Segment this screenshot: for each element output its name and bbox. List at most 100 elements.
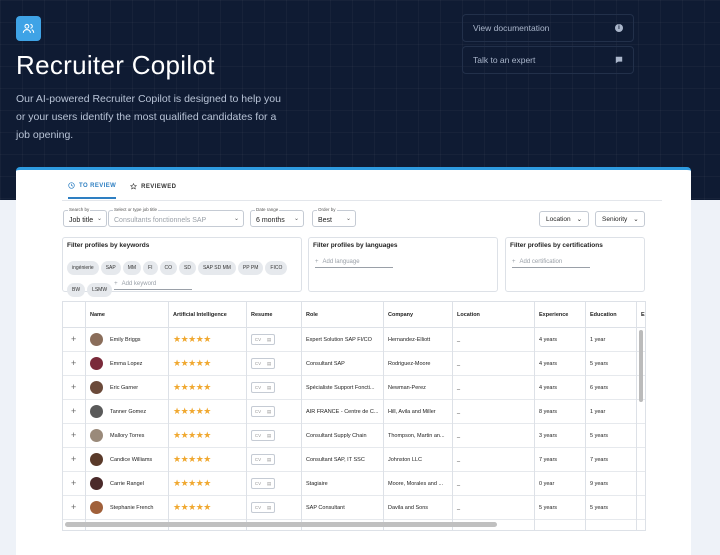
table-row[interactable]: + Emma Lopez ★★★★★ CV ▤ Consultant SAP Rodrigu… [63,352,645,376]
candidate-education: 5 years [590,505,609,511]
tab-reviewed[interactable]: REVIEWED [130,182,176,199]
column-divider [383,302,384,530]
candidate-location: _ [457,505,461,511]
column-header-location[interactable]: Location [457,312,480,318]
tab-to-review[interactable]: TO REVIEW [68,182,117,199]
keyword-chip[interactable]: LSMW [87,283,113,297]
candidate-name[interactable]: Candice Williams [110,457,152,463]
candidates-table: Name Artificial Intelligence Resume Role… [62,301,646,531]
table-row[interactable]: + Tanner Gomez ★★★★★ CV ▤ AIR FRANCE - Centre… [63,400,645,424]
keyword-chip[interactable]: SAP SD MM [197,261,236,275]
resume-button[interactable]: CV ▤ [251,478,275,489]
date-range-select[interactable]: Date range 6 months ⌄ [250,207,304,227]
candidate-education: 1 year [590,337,606,343]
add-keyword-input[interactable]: + Add keyword [114,278,193,290]
candidate-experience: 4 years [539,337,558,343]
keyword-chip[interactable]: ingénierie [67,261,99,275]
candidate-company: Hernandez-Elliott [388,337,431,343]
table-row[interactable]: + Carrie Rangel ★★★★★ CV ▤ Stagiaire Moore, Mo… [63,472,645,496]
table-row[interactable]: + Eric Garner ★★★★★ CV ▤ Spécialiste Support … [63,376,645,400]
avatar [90,357,103,370]
resume-button[interactable]: CV ▤ [251,382,275,393]
horizontal-scrollbar[interactable] [65,522,497,527]
job-title-value: Consultants fonctionnels SAP [114,217,207,224]
add-language-placeholder: Add language [322,258,360,265]
resume-button[interactable]: CV ▤ [251,454,275,465]
add-certification-placeholder: Add certification [519,258,563,265]
resume-button[interactable]: CV ▤ [251,406,275,417]
add-language-input[interactable]: + Add language [315,256,393,268]
expand-row-icon[interactable]: + [71,358,76,368]
column-header-ai[interactable]: Artificial Intelligence [173,312,227,318]
certifications-filter-panel: Filter profiles by certifications + Add … [505,237,645,292]
candidate-location: _ [457,457,461,463]
candidate-name[interactable]: Tanner Gomez [110,409,146,415]
column-header-en[interactable]: En [641,312,645,318]
keyword-chip[interactable]: BW [67,283,86,297]
document-icon: ▤ [266,456,272,462]
column-header-education[interactable]: Education [590,312,617,318]
talk-to-expert-link[interactable]: Talk to an expert [462,46,634,74]
candidate-name[interactable]: Eric Garner [110,385,138,391]
candidate-experience: 7 years [539,457,558,463]
keyword-chip[interactable]: SAP [100,261,121,275]
keyword-chip[interactable]: SD [179,261,196,275]
document-icon: ▤ [266,408,272,414]
resume-button[interactable]: CV ▤ [251,334,275,345]
expand-row-icon[interactable]: + [71,454,76,464]
candidate-name[interactable]: Emma Lopez [110,361,142,367]
column-divider [301,302,302,530]
table-row[interactable]: + Stephanie French ★★★★★ CV ▤ SAP Consultant D… [63,496,645,520]
keyword-chip[interactable]: CO [159,261,177,275]
seniority-label: Seniority [602,215,628,223]
column-header-name[interactable]: Name [90,312,105,318]
resume-button[interactable]: CV ▤ [251,358,275,369]
candidate-name[interactable]: Carrie Rangel [110,481,144,487]
column-header-role[interactable]: Role [306,312,318,318]
candidate-role: Spécialiste Support Foncti... [306,385,375,391]
candidate-name[interactable]: Emily Briggs [110,337,141,343]
keyword-chip[interactable]: FI [143,261,158,275]
candidate-role: SAP Consultant [306,505,345,511]
document-icon: ▤ [266,432,272,438]
ai-rating-stars: ★★★★★ [173,454,211,464]
keyword-chip[interactable]: MM [122,261,142,275]
view-documentation-link[interactable]: View documentation i [462,14,634,42]
table-row[interactable]: + Candice Williams ★★★★★ CV ▤ Consultant SAP,… [63,448,645,472]
keyword-chip[interactable]: PP PM [237,261,264,275]
column-header-company[interactable]: Company [388,312,413,318]
talk-to-expert-label: Talk to an expert [473,55,536,65]
candidate-company: Rodriguez-Moore [388,361,431,367]
column-divider [85,302,86,530]
candidate-name[interactable]: Mallory Torres [110,433,144,439]
date-range-value: 6 months [256,217,285,224]
expand-row-icon[interactable]: + [71,406,76,416]
add-certification-input[interactable]: + Add certification [512,256,590,268]
column-header-resume[interactable]: Resume [251,312,272,318]
column-header-experience[interactable]: Experience [539,312,568,318]
star-icon [130,183,138,190]
candidate-role: Expert Solution SAP FI/CO [306,337,372,343]
expand-row-icon[interactable]: + [71,502,76,512]
expand-row-icon[interactable]: + [71,382,76,392]
table-row[interactable]: + Mallory Torres ★★★★★ CV ▤ Consultant Supply… [63,424,645,448]
location-dropdown[interactable]: Location ⌄ [539,211,589,227]
search-by-select[interactable]: Search by Job title ⌄ [63,207,107,227]
candidate-education: 6 years [590,385,609,391]
expand-row-icon[interactable]: + [71,430,76,440]
job-title-input[interactable]: Select or type job title Consultants fon… [108,207,244,227]
expand-row-icon[interactable]: + [71,478,76,488]
order-by-select[interactable]: Order by Best ⌄ [312,207,356,227]
expand-row-icon[interactable]: + [71,334,76,344]
table-row[interactable]: + Emily Briggs ★★★★★ CV ▤ Expert Solution SAP… [63,328,645,352]
keyword-chip[interactable]: FICO [265,261,288,275]
ai-rating-stars: ★★★★★ [173,382,211,392]
vertical-scrollbar[interactable] [639,330,643,402]
candidate-experience: 0 year [539,481,555,487]
candidate-name[interactable]: Stephanie French [110,505,153,511]
seniority-dropdown[interactable]: Seniority ⌄ [595,211,645,227]
resume-button[interactable]: CV ▤ [251,430,275,441]
candidate-experience: 4 years [539,361,558,367]
date-range-label: Date range [255,207,280,212]
resume-button[interactable]: CV ▤ [251,502,275,513]
